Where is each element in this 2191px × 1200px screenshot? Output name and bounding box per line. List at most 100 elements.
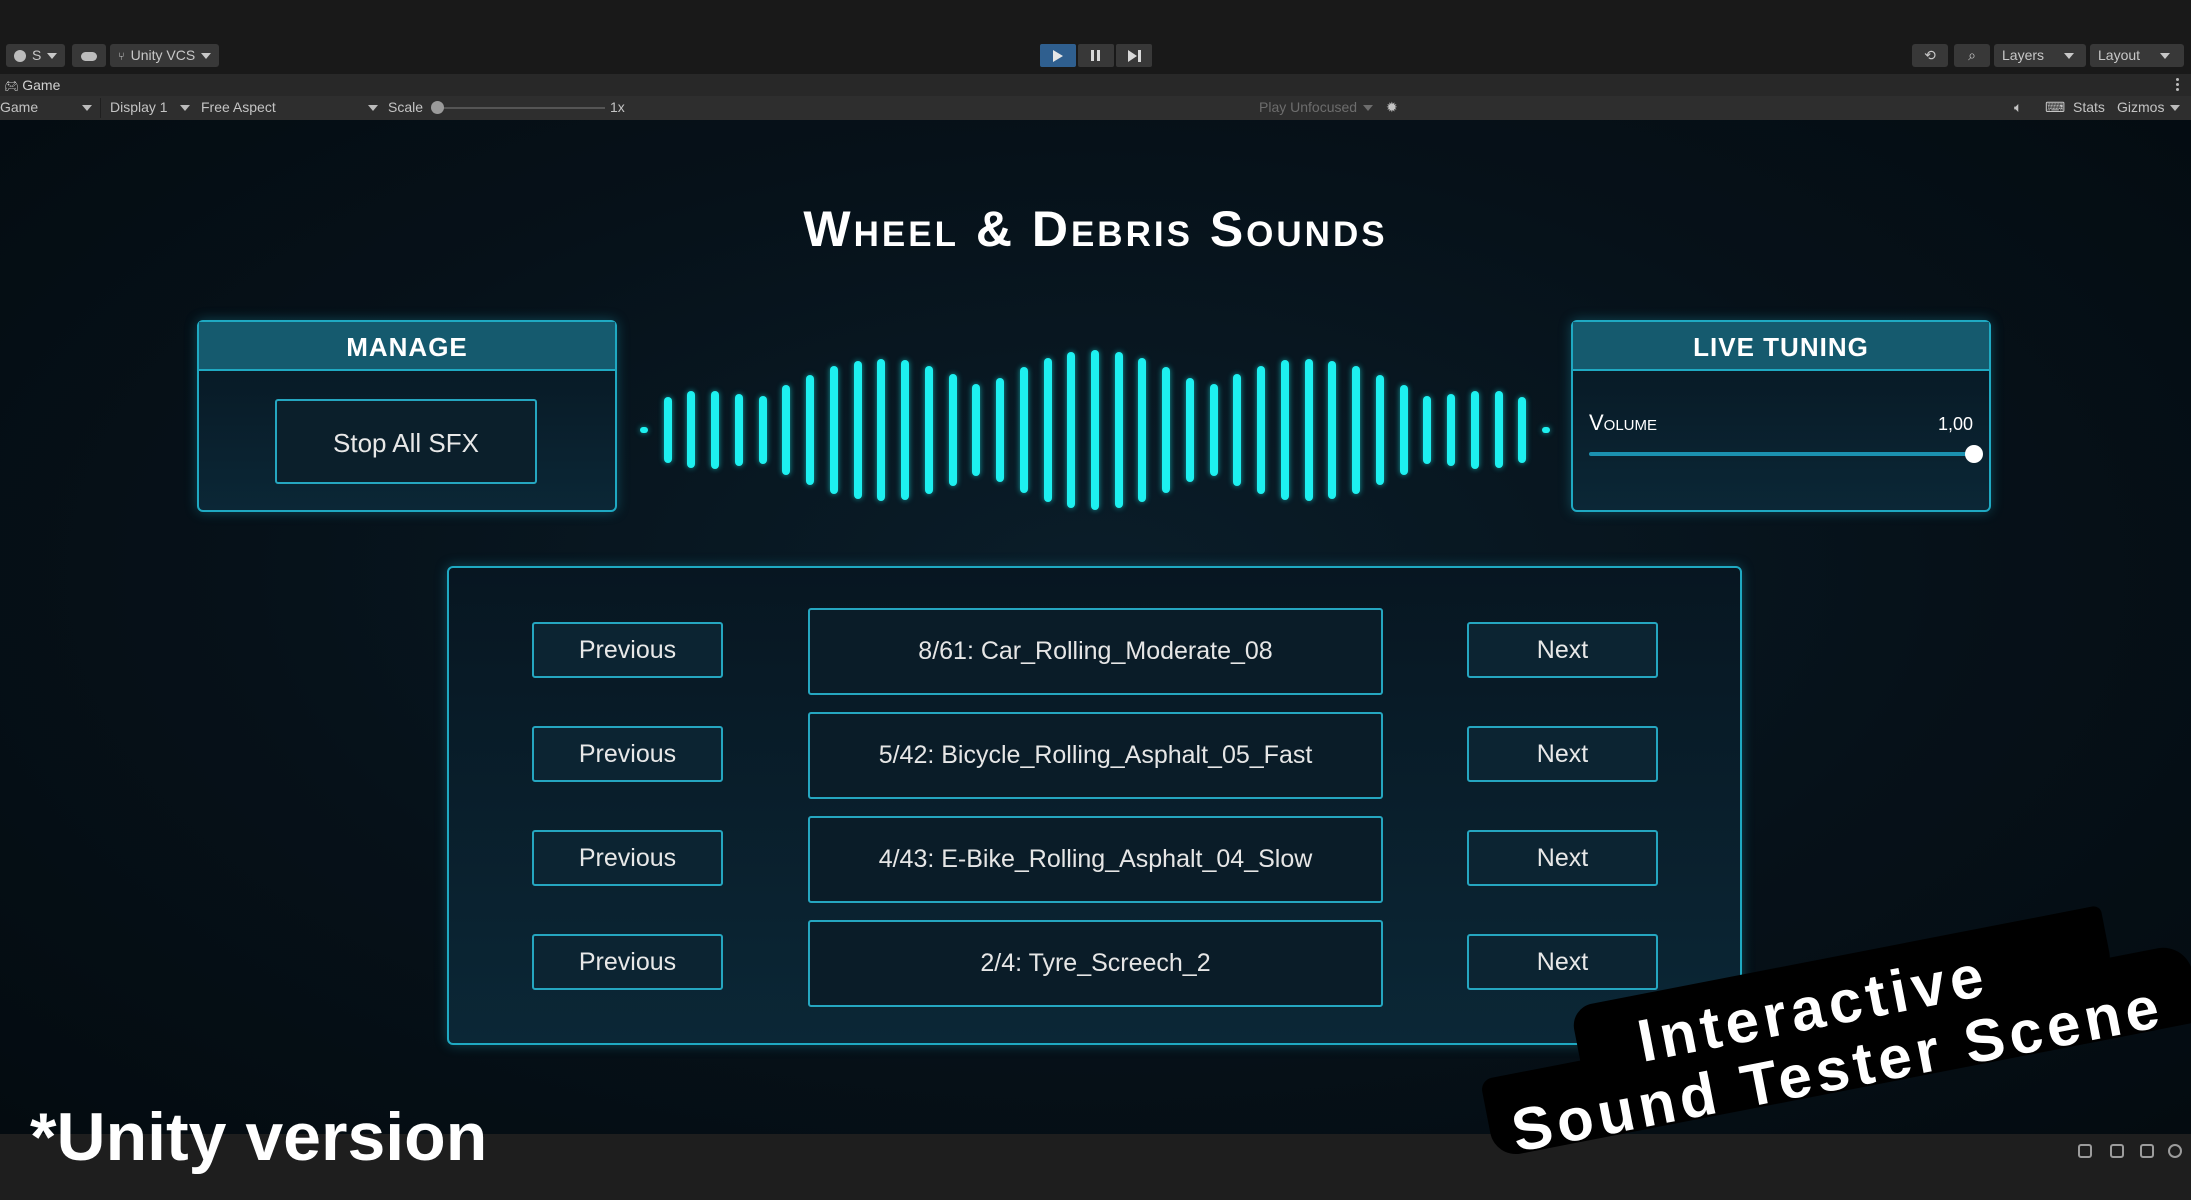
keyboard-icon[interactable]: ⌨: [2045, 99, 2065, 116]
pause-button[interactable]: [1078, 44, 1114, 67]
chevron-down-icon: [367, 105, 378, 112]
waveform-bar: [1375, 374, 1384, 486]
waveform-bar: [1091, 350, 1099, 510]
search-button[interactable]: ⌕: [1954, 44, 1990, 67]
waveform-bar: [1162, 366, 1171, 493]
waveform-bar: [711, 391, 720, 469]
waveform-bar: [901, 360, 910, 500]
display-dropdown[interactable]: Display 1: [110, 99, 190, 115]
tab-game-label: Game: [22, 77, 61, 93]
cloud-icon: [81, 51, 97, 61]
chevron-down-icon: [47, 53, 58, 60]
tab-bar: 🎮︎ Game: [0, 74, 2191, 96]
play-icon: [1053, 50, 1063, 62]
vcs-dropdown[interactable]: ⑂ Unity VCS: [110, 44, 220, 67]
waveform-bar: [782, 384, 791, 476]
account-icon: [14, 50, 26, 63]
waveform-bar: [663, 397, 672, 463]
waveform-bar: [1542, 427, 1550, 433]
main-toolbar: S ⑂ Unity VCS ⟲ ⌕ Layers Layout: [0, 0, 2191, 74]
scale-slider-handle[interactable]: [431, 101, 444, 114]
unity-version-note: *Unity version: [30, 1099, 488, 1175]
stats-button[interactable]: Stats: [2073, 99, 2105, 115]
chevron-down-icon: [2064, 53, 2075, 60]
previous-button[interactable]: Previous: [532, 934, 723, 990]
volume-value: 1,00: [1937, 414, 1973, 434]
waveform-bar: [924, 365, 933, 495]
waveform-bar: [1304, 358, 1313, 502]
stop-all-sfx-button[interactable]: Stop All SFX: [275, 399, 537, 484]
live-tuning-panel: LIVE TUNING Volume 1,00: [1571, 320, 1991, 512]
account-dropdown[interactable]: S: [6, 44, 66, 67]
layers-dropdown[interactable]: Layers: [1994, 44, 2086, 67]
play-button[interactable]: [1040, 44, 1076, 67]
waveform-bar: [1019, 366, 1028, 493]
waveform-bar: [1138, 357, 1147, 503]
view-mode-label: Game: [0, 99, 39, 115]
network-icon[interactable]: [2140, 1144, 2154, 1158]
tab-game[interactable]: 🎮︎ Game: [4, 77, 60, 93]
next-button[interactable]: Next: [1467, 622, 1658, 678]
more-options-icon[interactable]: [2176, 78, 2179, 92]
previous-button[interactable]: Previous: [532, 622, 723, 678]
next-button[interactable]: Next: [1467, 726, 1658, 782]
waveform-bar: [640, 427, 648, 433]
layers-label: Layers: [2002, 47, 2045, 63]
manage-panel: MANAGE Stop All SFX: [197, 320, 617, 512]
waveform-bar: [1067, 352, 1076, 508]
previous-button[interactable]: Previous: [532, 726, 723, 782]
chevron-down-icon: [179, 105, 190, 112]
previous-button[interactable]: Previous: [532, 830, 723, 886]
volume-label: Volume: [1589, 410, 1658, 435]
volume-slider-track[interactable]: [1589, 452, 1974, 456]
waveform-visualizer: [640, 350, 1550, 510]
next-button[interactable]: Next: [1467, 830, 1658, 886]
waveform-bar: [758, 395, 767, 465]
sound-name-display: 8/61: Car_Rolling_Moderate_08: [808, 608, 1383, 695]
bug-icon[interactable]: ✹: [1386, 99, 1398, 116]
gizmos-label: Gizmos: [2117, 99, 2165, 115]
sound-name-display: 2/4: Tyre_Screech_2: [808, 920, 1383, 1007]
search-icon: ⌕: [1968, 47, 1976, 63]
step-button[interactable]: [1116, 44, 1152, 67]
debug-icon[interactable]: [2078, 1144, 2092, 1158]
waveform-bar: [1399, 384, 1408, 476]
waveform-bar: [996, 378, 1005, 482]
check-icon[interactable]: [2168, 1144, 2182, 1158]
waveform-bar: [1043, 357, 1052, 503]
waveform-bar: [687, 391, 696, 469]
view-mode-dropdown[interactable]: Game: [0, 99, 93, 115]
chevron-down-icon: [201, 53, 212, 60]
waveform-bar: [1352, 366, 1361, 494]
scale-value: 1x: [610, 99, 625, 115]
sound-name-display: 5/42: Bicycle_Rolling_Asphalt_05_Fast: [808, 712, 1383, 799]
toolbar-divider: [100, 98, 101, 118]
next-button[interactable]: Next: [1467, 934, 1658, 990]
aspect-label: Free Aspect: [201, 99, 276, 115]
waveform-bar: [972, 384, 981, 476]
play-focus-label: Play Unfocused: [1259, 99, 1358, 115]
layers-icon[interactable]: [2110, 1144, 2124, 1158]
layout-label: Layout: [2098, 47, 2141, 63]
aspect-dropdown[interactable]: Free Aspect: [201, 99, 378, 115]
waveform-bar: [1447, 394, 1456, 466]
history-button[interactable]: ⟲: [1912, 44, 1948, 67]
chevron-down-icon: [2170, 105, 2181, 112]
layout-dropdown[interactable]: Layout: [2090, 44, 2184, 67]
gizmos-dropdown[interactable]: Gizmos: [2117, 99, 2181, 115]
gamepad-icon: 🎮︎: [4, 79, 20, 93]
waveform-bar: [853, 360, 862, 500]
volume-slider-handle[interactable]: [1965, 445, 1983, 463]
pause-icon: [1091, 50, 1101, 61]
mute-audio-icon[interactable]: 🔈︎: [2014, 99, 2022, 116]
account-label: S: [32, 47, 42, 63]
play-focus-dropdown[interactable]: Play Unfocused: [1259, 99, 1374, 115]
scale-slider-track[interactable]: [435, 107, 605, 109]
waveform-bar: [1518, 397, 1527, 463]
sound-name-display: 4/43: E-Bike_Rolling_Asphalt_04_Slow: [808, 816, 1383, 903]
waveform-bar: [1114, 352, 1123, 508]
waveform-bar: [877, 358, 886, 502]
waveform-bar: [1494, 391, 1503, 469]
cloud-button[interactable]: [72, 44, 106, 67]
game-view-toolbar: Game Display 1 Free Aspect Scale 1x Play…: [0, 96, 2191, 120]
